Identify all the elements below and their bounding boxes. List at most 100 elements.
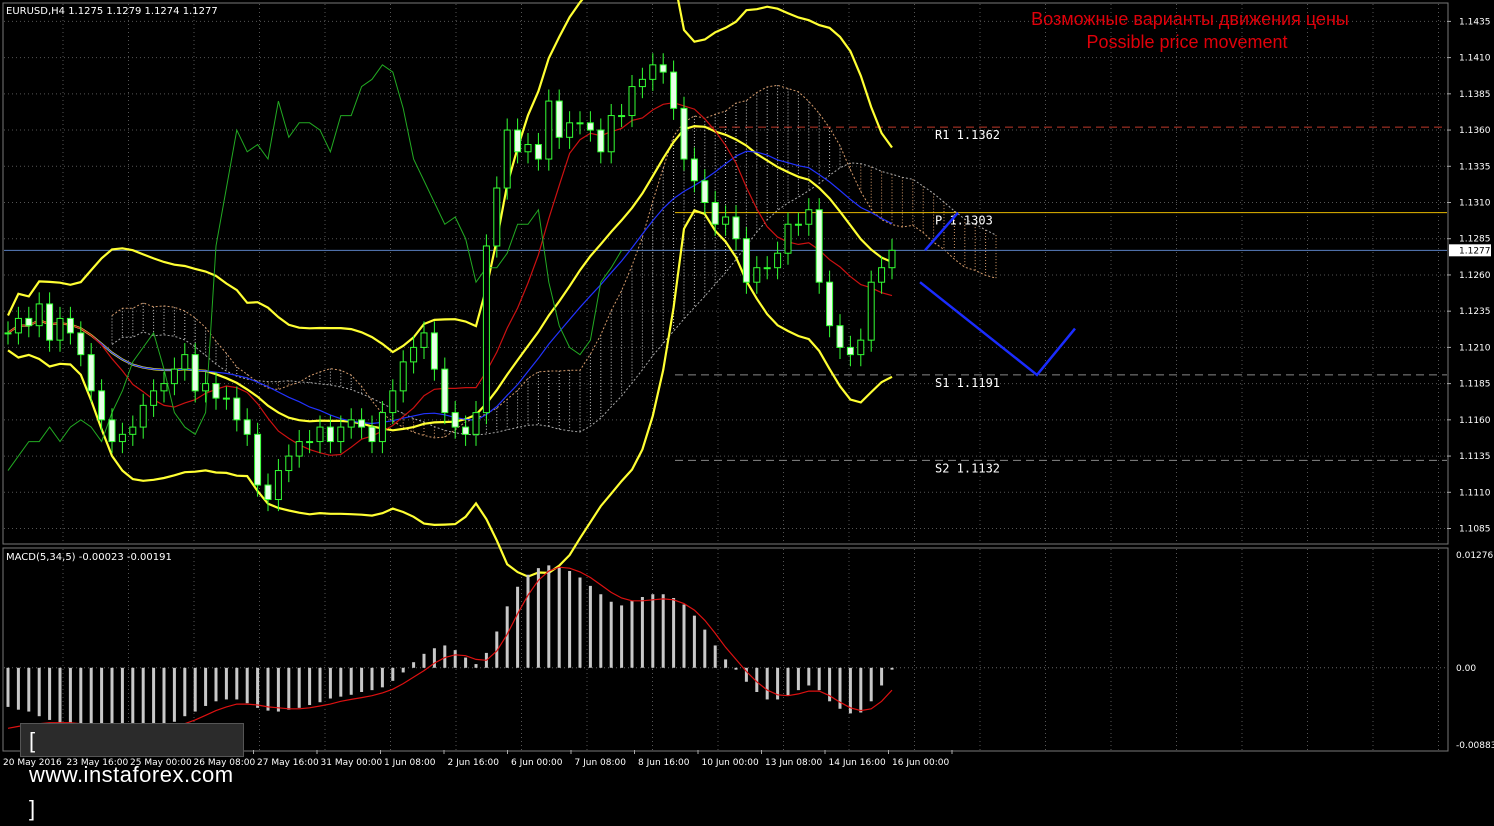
macd-tick-label: -0.00883 xyxy=(1456,741,1494,751)
candle-body xyxy=(566,122,574,138)
candle-body xyxy=(118,433,126,443)
level-label: R1 1.1362 xyxy=(935,128,1000,142)
candle-body xyxy=(514,129,522,153)
candle-body xyxy=(597,129,605,153)
time-tick-label: 1 Jun 08:00 xyxy=(384,758,436,768)
candle-body xyxy=(805,209,813,225)
level-label: S2 1.1132 xyxy=(935,461,1000,475)
level-label: P 1.1303 xyxy=(935,214,993,228)
indicator-lines xyxy=(7,0,893,578)
instaforex-logo[interactable]: [ www.instaforex.com ] xyxy=(20,723,244,821)
candle-body xyxy=(430,332,438,370)
pivot-levels: R1 1.1362 P 1.1303 S1 1.1191 S2 1.1132 xyxy=(4,126,1447,475)
macd-panel xyxy=(4,565,1447,732)
candle-body xyxy=(888,249,896,269)
chart-canvas[interactable]: R1 1.1362 P 1.1303 S1 1.1191 S2 1.1132 1.14… xyxy=(0,0,1494,773)
candle-body xyxy=(212,383,220,399)
time-tick-label: 10 Jun 00:00 xyxy=(702,758,759,768)
price-tick-label: 1.1110 xyxy=(1459,488,1491,498)
time-tick-label: 31 May 00:00 xyxy=(321,758,383,768)
candle-body xyxy=(784,223,792,254)
forecast-path xyxy=(919,211,1076,377)
time-tick-label: 8 Jun 16:00 xyxy=(638,758,690,768)
candle-body xyxy=(306,441,314,444)
price-tick-label: 1.1235 xyxy=(1459,307,1491,317)
candle-body xyxy=(618,115,626,118)
candle-body xyxy=(368,426,376,443)
candle-body xyxy=(35,303,43,327)
candle-body xyxy=(545,100,553,160)
candle-body xyxy=(493,187,501,247)
candle-body xyxy=(763,267,771,270)
price-tick-label: 1.1360 xyxy=(1459,126,1491,136)
time-tick-label: 6 Jun 00:00 xyxy=(511,758,563,768)
senkou-span-a xyxy=(111,84,997,439)
bollinger-lower xyxy=(7,209,893,578)
price-tick-label: 1.1310 xyxy=(1459,199,1491,209)
price-tick-label: 1.1160 xyxy=(1459,416,1491,426)
candle-body xyxy=(659,64,667,73)
candle-body xyxy=(732,216,740,240)
price-tick-label: 1.1085 xyxy=(1459,525,1491,535)
candle-body xyxy=(358,419,366,428)
forecast-down xyxy=(919,281,1076,377)
candle-body xyxy=(836,325,844,348)
candle-body xyxy=(701,180,709,204)
candle-body xyxy=(524,144,532,153)
candle-body xyxy=(649,64,657,80)
candle-body xyxy=(815,209,823,283)
candle-body xyxy=(191,354,199,392)
candle-body xyxy=(243,419,251,435)
main-panel-frame xyxy=(2,2,1449,545)
candle-body xyxy=(160,383,168,392)
candle-body xyxy=(139,404,147,428)
candle-body xyxy=(503,129,511,189)
price-tick-label: 1.1385 xyxy=(1459,90,1491,100)
candle-body xyxy=(274,470,282,501)
candle-body xyxy=(150,390,158,406)
macd-header: MACD(5,34,5) -0.00023 -0.00191 xyxy=(6,552,172,563)
ichimoku-cloud xyxy=(111,84,997,439)
candle-body xyxy=(607,115,615,153)
current-price-label: 1.1277 xyxy=(1459,246,1491,256)
candle-body xyxy=(4,332,12,335)
candle-body xyxy=(87,354,95,392)
candle-body xyxy=(254,433,262,486)
candle-body xyxy=(742,238,750,283)
main-header: EURUSD,H4 1.1275 1.1279 1.1274 1.1277 xyxy=(6,6,218,17)
candle-body xyxy=(77,332,85,356)
candle-body xyxy=(555,100,563,138)
candle-body xyxy=(326,426,334,443)
candle-body xyxy=(264,484,272,501)
candle-body xyxy=(56,317,64,341)
price-tick-label: 1.1285 xyxy=(1459,235,1491,245)
time-tick-label: 14 Jun 16:00 xyxy=(829,758,886,768)
candle-body xyxy=(347,419,355,428)
candle-body xyxy=(462,426,470,435)
time-tick-label: 16 Jun 00:00 xyxy=(892,758,949,768)
candle-body xyxy=(586,122,594,131)
candle-body xyxy=(46,303,54,341)
price-tick-label: 1.1260 xyxy=(1459,271,1491,281)
macd-tick-label: 0.01276 xyxy=(1456,551,1493,561)
candle-body xyxy=(222,397,230,400)
candle-body xyxy=(441,368,449,414)
price-tick-label: 1.1210 xyxy=(1459,343,1491,353)
bollinger-upper xyxy=(7,0,893,354)
candle-body xyxy=(378,412,386,443)
candle-body xyxy=(638,78,646,88)
candle-body xyxy=(878,267,886,283)
candle-body xyxy=(410,346,418,363)
candle-body xyxy=(794,223,802,226)
price-tick-label: 1.1435 xyxy=(1459,17,1491,27)
candle-body xyxy=(66,317,74,334)
time-tick-label: 27 May 16:00 xyxy=(257,758,319,768)
price-tick-label: 1.1185 xyxy=(1459,380,1491,390)
candle-body xyxy=(25,317,33,327)
macd-tick-label: 0.00 xyxy=(1456,664,1476,674)
candle-body xyxy=(98,390,106,421)
candle-body xyxy=(846,346,854,356)
candle-body xyxy=(451,412,459,428)
price-tick-label: 1.1135 xyxy=(1459,452,1491,462)
candle-body xyxy=(170,368,178,385)
